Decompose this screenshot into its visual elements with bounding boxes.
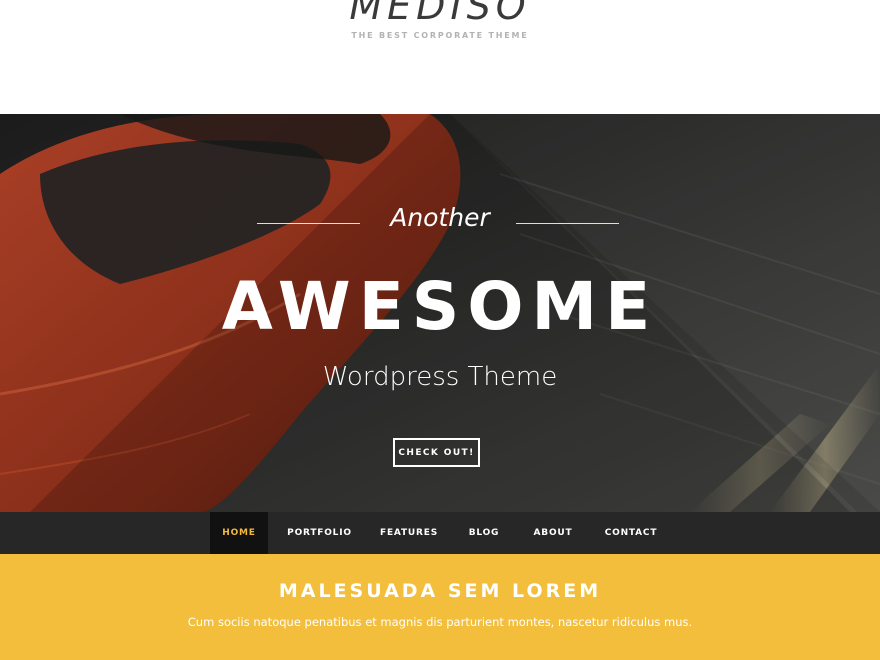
hero-subheadline: Wordpress Theme (322, 362, 558, 392)
nav-item-home[interactable]: HOME (210, 512, 268, 554)
site-header: MEDISO THE BEST CORPORATE THEME (0, 0, 880, 114)
main-navigation: HOME PORTFOLIO FEATURES BLOG ABOUT CONTA… (0, 512, 880, 554)
promo-section: MALESUADA SEM LOREM Cum sociis natoque p… (0, 554, 880, 660)
promo-title: MALESUADA SEM LOREM (278, 580, 602, 602)
promo-text: Cum sociis natoque penatibus et magnis d… (187, 615, 693, 629)
check-out-button[interactable]: CHECK OUT! (393, 438, 480, 467)
hero-banner: Another AWESOME Wordpress Theme CHECK OU… (0, 114, 880, 512)
hero-kicker: Another (390, 203, 490, 232)
nav-item-portfolio[interactable]: PORTFOLIO (279, 512, 360, 554)
nav-item-features[interactable]: FEATURES (373, 512, 445, 554)
nav-item-contact[interactable]: CONTACT (597, 512, 665, 554)
hero-headline: AWESOME (221, 268, 659, 345)
nav-item-about[interactable]: ABOUT (525, 512, 581, 554)
site-tagline: THE BEST CORPORATE THEME (351, 31, 529, 40)
site-logo[interactable]: MEDISO (0, 0, 880, 28)
nav-item-blog[interactable]: BLOG (461, 512, 507, 554)
